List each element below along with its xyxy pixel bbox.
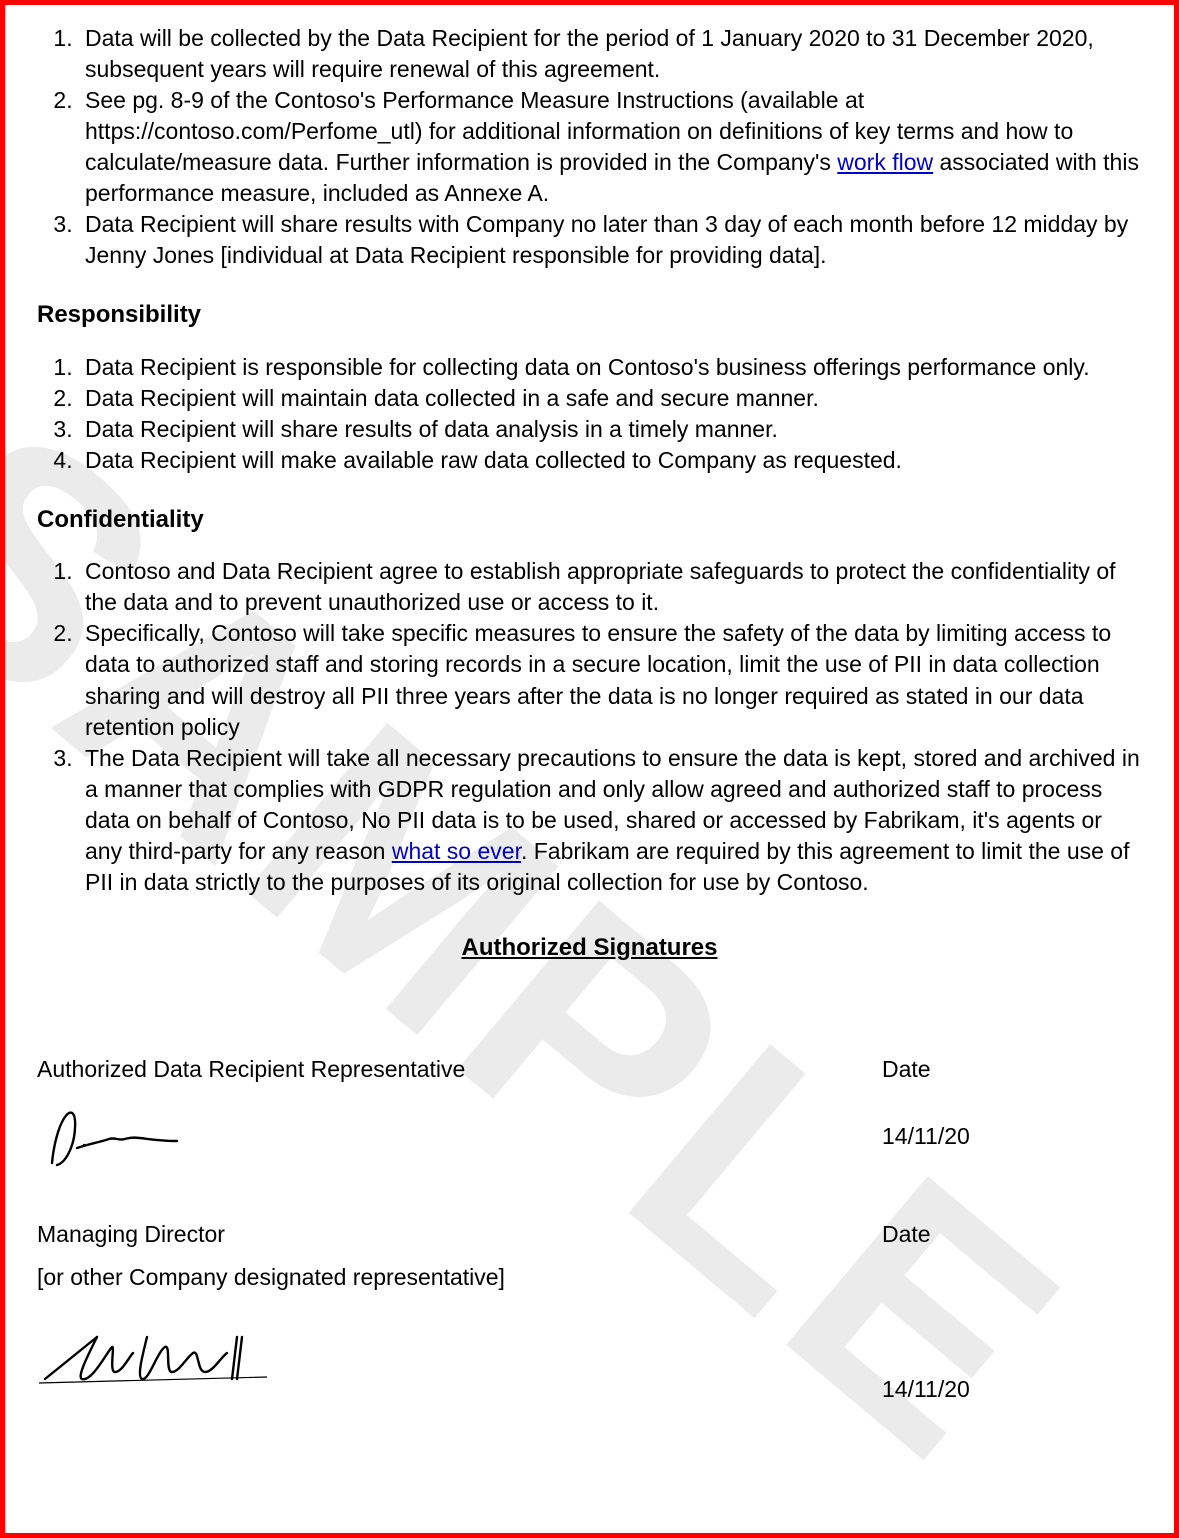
confidentiality-list: Contoso and Data Recipient agree to esta… bbox=[37, 556, 1142, 898]
list-item: Data Recipient will share results of dat… bbox=[79, 414, 1142, 445]
responsibility-list: Data Recipient is responsible for collec… bbox=[37, 352, 1142, 476]
signature-role-label: Authorized Data Recipient Representative bbox=[37, 1054, 465, 1085]
signature-role-label: Managing Director bbox=[37, 1219, 505, 1250]
section-heading-confidentiality: Confidentiality bbox=[37, 504, 1142, 536]
list-item: Data Recipient will maintain data collec… bbox=[79, 383, 1142, 414]
date-value: 14/11/20 bbox=[882, 1121, 1142, 1152]
signature-role-note: [or other Company designated representat… bbox=[37, 1262, 505, 1293]
list-item: See pg. 8-9 of the Contoso's Performance… bbox=[79, 85, 1142, 209]
signature-block-recipient: Authorized Data Recipient Representative… bbox=[37, 1054, 1142, 1209]
list-item: Specifically, Contoso will take specific… bbox=[79, 618, 1142, 742]
signatures-heading: Authorized Signatures bbox=[37, 932, 1142, 964]
document-page: SAMPLE Data will be collected by the Dat… bbox=[0, 0, 1179, 1538]
date-label: Date bbox=[882, 1219, 1142, 1250]
date-label: Date bbox=[882, 1054, 1142, 1085]
list-item: The Data Recipient will take all necessa… bbox=[79, 743, 1142, 898]
workflow-link[interactable]: work flow bbox=[837, 149, 933, 175]
whatsover-link[interactable]: what so ever bbox=[392, 838, 521, 864]
signature-image-company bbox=[37, 1317, 505, 1405]
list-item: Data Recipient is responsible for collec… bbox=[79, 352, 1142, 383]
list-item: Contoso and Data Recipient agree to esta… bbox=[79, 556, 1142, 618]
signature-block-company: Managing Director [or other Company desi… bbox=[37, 1219, 1142, 1433]
intro-list: Data will be collected by the Data Recip… bbox=[37, 23, 1142, 271]
section-heading-responsibility: Responsibility bbox=[37, 299, 1142, 331]
list-item: Data Recipient will make available raw d… bbox=[79, 445, 1142, 476]
list-item: Data will be collected by the Data Recip… bbox=[79, 23, 1142, 85]
date-value: 14/11/20 bbox=[882, 1374, 1142, 1405]
list-item: Data Recipient will share results with C… bbox=[79, 209, 1142, 271]
signature-image-recipient bbox=[37, 1093, 465, 1181]
